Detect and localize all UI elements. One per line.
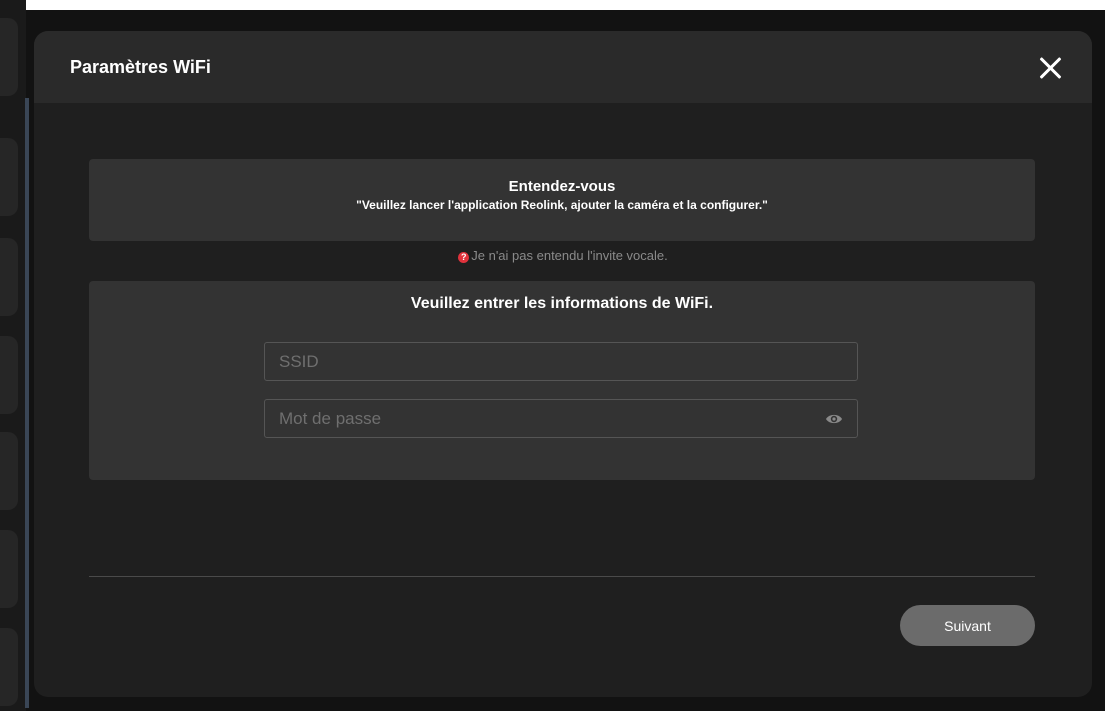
close-icon[interactable] xyxy=(1036,53,1066,83)
password-field[interactable] xyxy=(264,399,858,438)
background-sidebar-item xyxy=(0,432,18,510)
background-sidebar-item xyxy=(0,336,18,414)
background-sidebar-item xyxy=(0,530,18,608)
ssid-field[interactable] xyxy=(264,342,858,381)
dialog-title: Paramètres WiFi xyxy=(70,57,211,77)
background-sidebar-item xyxy=(0,238,18,316)
dialog-header: Paramètres WiFi xyxy=(34,31,1092,103)
voice-prompt-title: Entendez-vous xyxy=(508,178,616,195)
background-sidebar xyxy=(0,0,29,711)
voice-prompt-box: Entendez-vous "Veuillez lancer l'applica… xyxy=(89,159,1035,241)
password-input[interactable] xyxy=(265,400,857,437)
next-button[interactable]: Suivant xyxy=(900,605,1035,646)
background-sidebar-item xyxy=(0,628,18,706)
background-rail xyxy=(25,98,29,708)
ssid-input[interactable] xyxy=(265,343,857,380)
question-icon: ? xyxy=(458,252,470,263)
page: Paramètres WiFi Entendez-vous "Veuillez … xyxy=(0,0,1105,711)
wifi-form: Veuillez entrer les informations de WiFi… xyxy=(89,281,1035,480)
footer-divider xyxy=(89,576,1035,577)
no-voice-prompt-link[interactable]: ? Je n'ai pas entendu l'invite vocale. xyxy=(34,248,1092,263)
no-voice-prompt-label: Je n'ai pas entendu l'invite vocale. xyxy=(471,248,668,263)
background-sidebar-item xyxy=(0,18,18,96)
eye-icon[interactable] xyxy=(825,412,843,426)
voice-prompt-message: "Veuillez lancer l'application Reolink, … xyxy=(356,198,768,212)
wifi-form-title: Veuillez entrer les informations de WiFi… xyxy=(410,295,714,312)
background-sidebar-item xyxy=(0,138,18,216)
top-strip xyxy=(0,0,1105,10)
wifi-settings-dialog: Paramètres WiFi Entendez-vous "Veuillez … xyxy=(34,31,1092,697)
